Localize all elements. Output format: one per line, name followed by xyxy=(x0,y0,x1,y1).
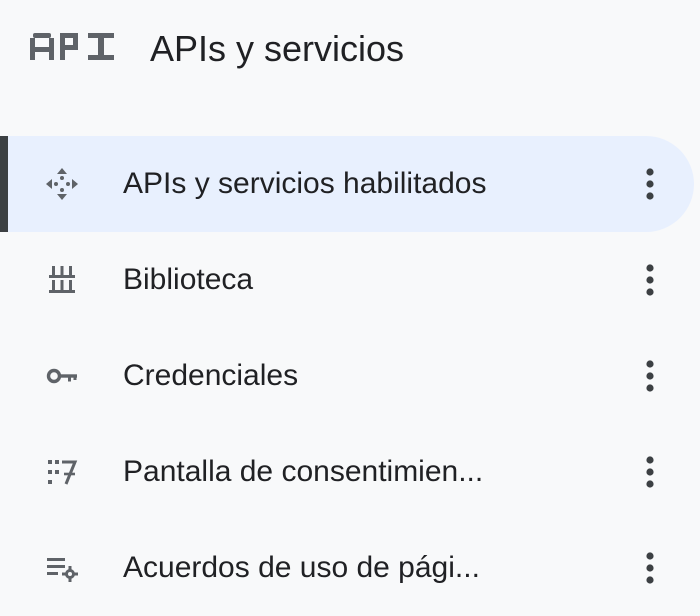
sidebar-item-page-usage-agreements[interactable]: Acuerdos de uso de pági... xyxy=(0,520,700,616)
sidebar-nav: APIs y servicios habilitados Biblioteca … xyxy=(0,136,700,616)
apis-services-side-panel: APIs y servicios APIs y servicios habili… xyxy=(0,0,700,601)
api-logo-icon xyxy=(30,33,114,60)
consent-screen-icon xyxy=(48,460,78,485)
sidebar-item-label: Acuerdos de uso de pági... xyxy=(123,551,480,584)
sidebar-item-credentials[interactable]: Credenciales xyxy=(0,328,700,424)
sidebar-item-consent-screen[interactable]: Pantalla de consentimien... xyxy=(0,424,700,520)
sidebar-item-enabled-apis[interactable]: APIs y servicios habilitados xyxy=(0,136,694,232)
more-vert-icon[interactable] xyxy=(634,544,666,592)
move-arrows-icon xyxy=(46,168,78,200)
library-icon xyxy=(49,266,75,293)
sidebar-item-label: Biblioteca xyxy=(123,263,254,296)
sidebar-item-library[interactable]: Biblioteca xyxy=(0,232,700,328)
page-usage-agreements-icon xyxy=(47,558,78,582)
sidebar-item-label: APIs y servicios habilitados xyxy=(123,167,487,200)
more-vert-icon[interactable] xyxy=(634,256,666,304)
sidebar-item-label: Credenciales xyxy=(123,359,299,392)
more-vert-icon[interactable] xyxy=(634,160,666,208)
more-vert-icon[interactable] xyxy=(634,352,666,400)
panel-title: APIs y servicios xyxy=(150,28,405,69)
sidebar-item-label: Pantalla de consentimien... xyxy=(123,455,484,488)
key-icon xyxy=(46,368,77,384)
panel-header: APIs y servicios xyxy=(28,20,404,78)
more-vert-icon[interactable] xyxy=(634,448,666,496)
